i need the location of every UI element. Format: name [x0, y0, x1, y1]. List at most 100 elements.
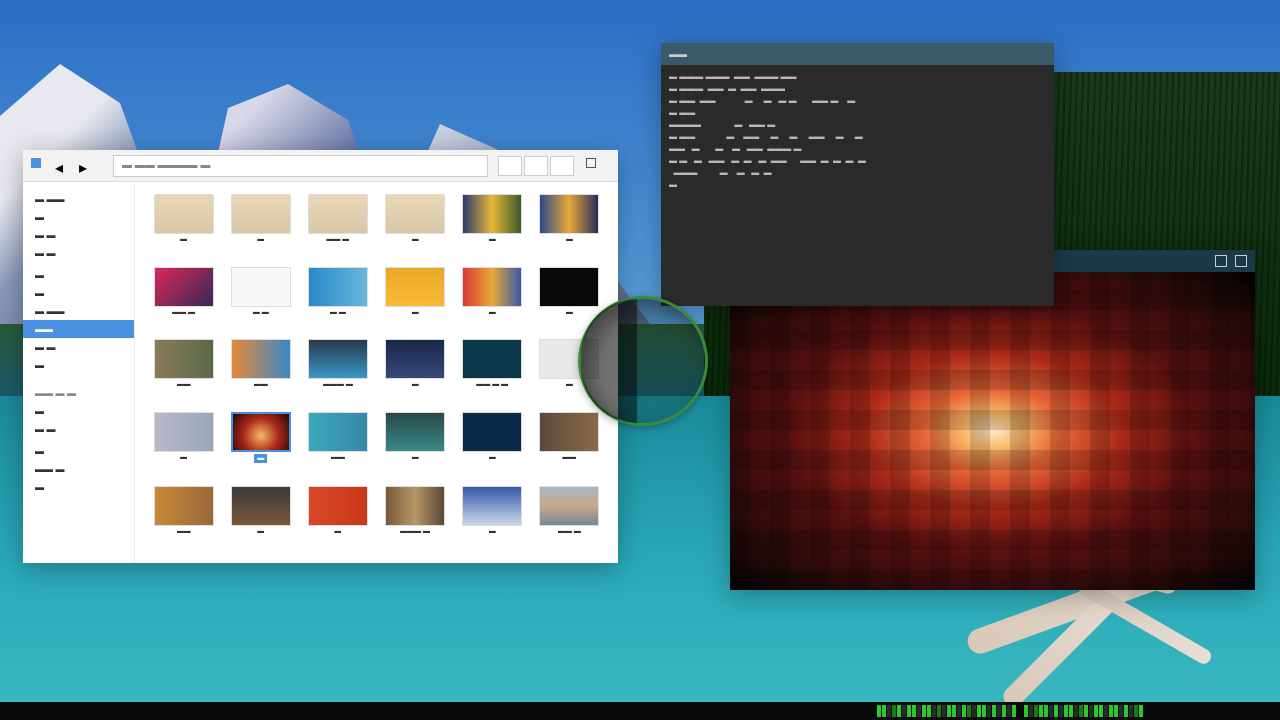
file-item[interactable]: ▬ [456, 412, 529, 479]
file-item[interactable]: ▬ [378, 339, 451, 404]
panel-tray [1020, 702, 1280, 720]
sidebar-item[interactable]: ▬ [23, 442, 134, 460]
image-thumbnail [462, 339, 522, 379]
image-viewer-content [730, 272, 1255, 590]
image-thumbnail [154, 267, 214, 307]
image-thumbnail [385, 267, 445, 307]
file-item[interactable]: ▬▬ [224, 339, 297, 404]
file-label: ▬▬ ▬ [558, 528, 581, 535]
file-item[interactable]: ▬▬ [147, 339, 220, 404]
file-label: ▬ [257, 236, 264, 243]
image-thumbnail [539, 267, 599, 307]
file-label: ▬ [254, 454, 267, 463]
file-label: ▬ [180, 236, 187, 243]
file-item[interactable]: ▬ [301, 486, 374, 551]
file-label: ▬ [489, 236, 496, 243]
terminal-title: ▬▬ [669, 49, 687, 59]
image-thumbnail [308, 267, 368, 307]
folder-icon [385, 194, 445, 234]
sidebar-item[interactable]: ▬ [23, 208, 134, 226]
file-label: ▬ [566, 236, 573, 243]
file-item[interactable]: ▬ [224, 412, 297, 479]
file-item[interactable]: ▬ [456, 267, 529, 332]
forward-button[interactable]: ▸ [79, 158, 95, 174]
view-list-button[interactable] [524, 156, 548, 176]
file-label: ▬▬ [562, 454, 576, 461]
file-item[interactable]: ▬ [378, 412, 451, 479]
terminal-window[interactable]: ▬▬ ▬ ▬▬▬ ▬▬▬ ▬▬ ▬▬▬ ▬▬▬ ▬▬▬ ▬▬ ▬ ▬▬ ▬▬▬ … [661, 43, 1054, 306]
file-item[interactable]: ▬ [147, 412, 220, 479]
file-item[interactable]: ▬▬ ▬ [301, 194, 374, 259]
sidebar-item[interactable]: ▬ [23, 284, 134, 302]
terminal-line: ▬▬ ▬ ▬ ▬ ▬▬ ▬▬▬ ▬ [669, 143, 1046, 155]
file-item[interactable]: ▬ [224, 486, 297, 551]
path-bar[interactable]: ▬ ▬▬ ▬▬▬▬ ▬ [113, 155, 488, 177]
file-item[interactable]: ▬ [533, 194, 606, 259]
close-button[interactable] [1235, 255, 1247, 267]
file-item[interactable]: ▬ [224, 194, 297, 259]
sidebar-item[interactable]: ▬ ▬ [23, 226, 134, 244]
minimize-button[interactable] [1215, 255, 1227, 267]
file-label: ▬ [412, 309, 419, 316]
folder-icon [308, 194, 368, 234]
image-thumbnail [154, 486, 214, 526]
file-item[interactable]: ▬ ▬ [224, 267, 297, 332]
image-thumbnail [462, 194, 522, 234]
sidebar-item[interactable]: ▬ [23, 402, 134, 420]
folder-icon [154, 194, 214, 234]
file-item[interactable]: ▬ [378, 194, 451, 259]
file-item[interactable]: ▬▬ [533, 412, 606, 479]
file-label: ▬ [566, 381, 573, 388]
terminal-output[interactable]: ▬ ▬▬▬ ▬▬▬ ▬▬ ▬▬▬ ▬▬▬ ▬▬▬ ▬▬ ▬ ▬▬ ▬▬▬ ▬ ▬… [661, 65, 1054, 197]
close-button[interactable] [586, 158, 602, 174]
sidebar-item[interactable]: ▬ ▬ [23, 244, 134, 262]
file-item[interactable]: ▬▬ [301, 412, 374, 479]
sidebar-item[interactable]: ▬ ▬▬ [23, 302, 134, 320]
terminal-titlebar[interactable]: ▬▬ [661, 43, 1054, 65]
view-compact-button[interactable] [550, 156, 574, 176]
view-icons-button[interactable] [498, 156, 522, 176]
file-item[interactable]: ▬▬▬ ▬ [378, 486, 451, 551]
file-item[interactable]: ▬ [533, 339, 606, 404]
file-label: ▬▬ [331, 454, 345, 461]
file-manager-window[interactable]: ◂ ▸ ▬ ▬▬ ▬▬▬▬ ▬ ▬ ▬▬▬▬ ▬▬ ▬▬▬▬ ▬▬▬▬▬ ▬▬▬… [23, 150, 618, 563]
sidebar-item[interactable]: ▬ [23, 356, 134, 374]
file-label: ▬▬ ▬ [172, 309, 195, 316]
sidebar-item[interactable]: ▬▬ [23, 320, 134, 338]
file-item[interactable]: ▬▬ ▬ ▬ [456, 339, 529, 404]
sidebar-item[interactable]: ▬▬ ▬ [23, 460, 134, 478]
terminal-line: ▬ ▬▬ [669, 107, 1046, 119]
bottom-panel[interactable] [0, 702, 1280, 720]
file-item[interactable]: ▬ [456, 486, 529, 551]
file-label: ▬▬▬ ▬ [400, 528, 430, 535]
sidebar-item[interactable]: ▬ [23, 266, 134, 284]
image-thumbnail [385, 412, 445, 452]
sidebar-item[interactable]: ▬ ▬ [23, 420, 134, 438]
file-item[interactable]: ▬ ▬ [301, 267, 374, 332]
view-switcher [498, 156, 574, 176]
sidebar-item[interactable]: ▬ ▬ [23, 338, 134, 356]
file-item[interactable]: ▬▬▬ ▬ [301, 339, 374, 404]
image-thumbnail [539, 412, 599, 452]
image-thumbnail [385, 339, 445, 379]
file-label: ▬ ▬ [330, 309, 346, 316]
sidebar-item[interactable]: ▬ [23, 478, 134, 496]
back-button[interactable]: ◂ [55, 158, 71, 174]
image-thumbnail [539, 339, 599, 379]
terminal-line: ▬ ▬▬▬ ▬▬ ▬ ▬▬ ▬▬▬ [669, 83, 1046, 95]
file-label: ▬ [412, 381, 419, 388]
image-thumbnail [308, 339, 368, 379]
file-item[interactable]: ▬ [147, 194, 220, 259]
file-label: ▬ [412, 454, 419, 461]
sidebar-item[interactable]: ▬ ▬▬ [23, 190, 134, 208]
file-item[interactable]: ▬▬ [147, 486, 220, 551]
file-manager-sidebar: ▬ ▬▬▬▬ ▬▬ ▬▬▬▬ ▬▬▬▬▬ ▬▬▬▬ ▬ ▬▬▬ ▬▬▬▬ ▬▬ [23, 182, 135, 563]
terminal-line: ▬ ▬▬▬ ▬▬▬ ▬▬ ▬▬▬ ▬▬ [669, 71, 1046, 83]
file-label: ▬ [257, 528, 264, 535]
terminal-line: ▬ [669, 179, 1046, 191]
file-item[interactable]: ▬ [533, 267, 606, 332]
file-item[interactable]: ▬ [456, 194, 529, 259]
file-item[interactable]: ▬▬ ▬ [147, 267, 220, 332]
file-item[interactable]: ▬▬ ▬ [533, 486, 606, 551]
file-item[interactable]: ▬ [378, 267, 451, 332]
